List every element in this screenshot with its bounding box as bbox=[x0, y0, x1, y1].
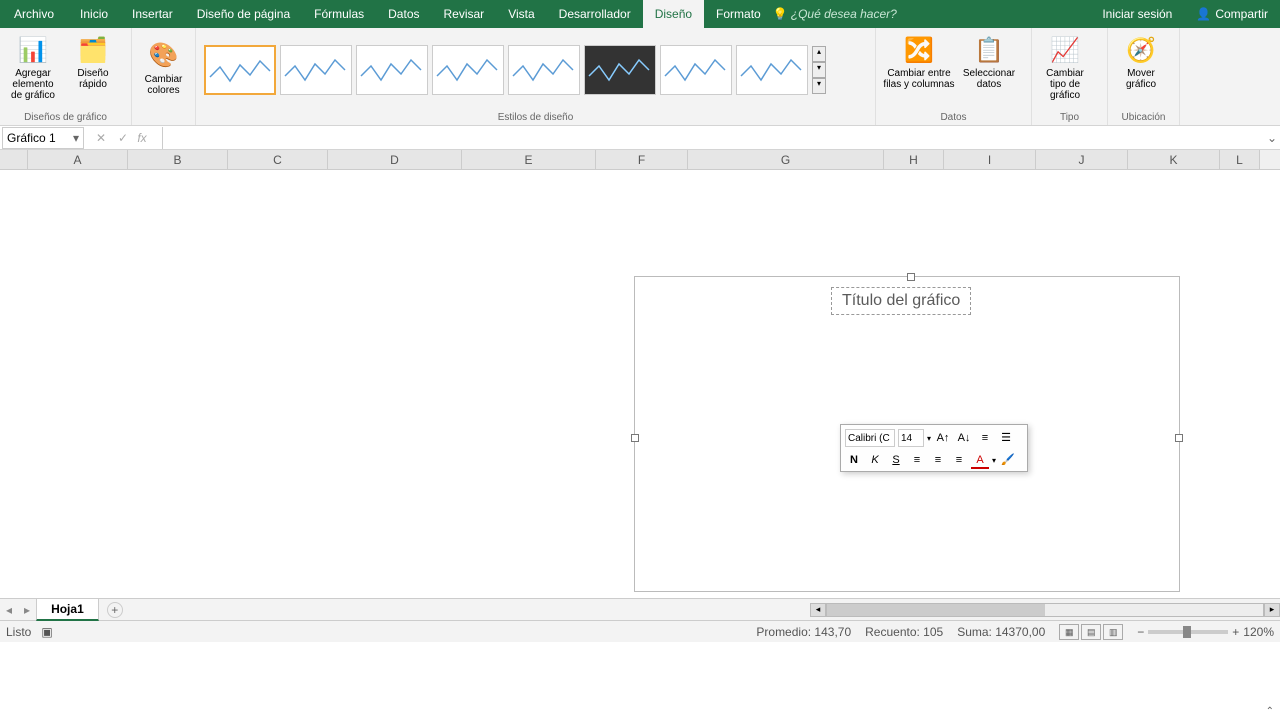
status-ready: Listo bbox=[6, 625, 31, 639]
name-box[interactable]: Gráfico 1▾ bbox=[2, 127, 84, 149]
chart-title[interactable]: Título del gráfico bbox=[831, 287, 971, 315]
font-size-combo[interactable] bbox=[898, 429, 924, 447]
col-header-E[interactable]: E bbox=[462, 150, 596, 169]
macro-record-icon[interactable]: ▣ bbox=[41, 625, 52, 639]
sign-in[interactable]: Iniciar sesión bbox=[1090, 1, 1184, 27]
col-header-I[interactable]: I bbox=[944, 150, 1036, 169]
ribbon: 📊Agregar elemento de gráfico 🗂️Diseño rá… bbox=[0, 28, 1280, 126]
style-scroll[interactable]: ▾ bbox=[812, 78, 826, 94]
col-header-J[interactable]: J bbox=[1036, 150, 1128, 169]
format-painter-icon[interactable]: 🖌️ bbox=[999, 451, 1017, 469]
share[interactable]: 👤Compartir bbox=[1184, 1, 1280, 27]
move-chart-button[interactable]: 🧭Mover gráfico bbox=[1112, 32, 1170, 108]
status-sum: Suma: 14370,00 bbox=[957, 625, 1045, 639]
italic-icon[interactable]: K bbox=[866, 451, 884, 469]
tell-me[interactable]: ¿Qué desea hacer? bbox=[773, 0, 909, 28]
sheet-nav-next[interactable]: ▸ bbox=[18, 603, 36, 617]
sheet-tab-hoja1[interactable]: Hoja1 bbox=[36, 598, 99, 621]
new-sheet-button[interactable]: + bbox=[107, 602, 123, 618]
style-scroll[interactable]: ▾ bbox=[812, 62, 826, 78]
col-header-B[interactable]: B bbox=[128, 150, 228, 169]
chart-style-4[interactable] bbox=[432, 45, 504, 95]
select-data-button[interactable]: 📋Seleccionar datos bbox=[960, 32, 1018, 108]
align-icon[interactable]: ≡ bbox=[976, 429, 994, 447]
add-chart-element-button[interactable]: 📊Agregar elemento de gráfico bbox=[4, 32, 62, 108]
worksheet-grid[interactable]: ABCDEFGHIJKL Título del gráfico ▾ A↑ A↓ … bbox=[0, 150, 1280, 598]
switch-row-column-button[interactable]: 🔀Cambiar entre filas y columnas bbox=[880, 32, 958, 108]
tab-datos[interactable]: Datos bbox=[376, 0, 431, 28]
col-header-G[interactable]: G bbox=[688, 150, 884, 169]
tab-desarrollador[interactable]: Desarrollador bbox=[547, 0, 643, 28]
change-colors-button[interactable]: 🎨Cambiar colores bbox=[136, 38, 191, 114]
chart-style-6[interactable] bbox=[584, 45, 656, 95]
status-average: Promedio: 143,70 bbox=[756, 625, 851, 639]
chart-style-3[interactable] bbox=[356, 45, 428, 95]
bold-icon[interactable]: N bbox=[845, 451, 863, 469]
chart-style-8[interactable] bbox=[736, 45, 808, 95]
mini-toolbar[interactable]: ▾ A↑ A↓ ≡ ☰ N K S ≡ ≡ ≡ A ▾ 🖌️ bbox=[840, 424, 1028, 472]
tab-vista[interactable]: Vista bbox=[496, 0, 546, 28]
sheet-tabs: ◂ ▸ Hoja1 + ◂▸ bbox=[0, 598, 1280, 620]
expand-formula-bar-icon[interactable]: ⌄ bbox=[1264, 131, 1280, 145]
status-bar: Listo ▣ Promedio: 143,70 Recuento: 105 S… bbox=[0, 620, 1280, 642]
zoom-slider[interactable]: −+ 120% bbox=[1137, 625, 1274, 639]
view-normal-icon[interactable]: ▦ bbox=[1059, 624, 1079, 640]
tab-diseño-de-página[interactable]: Diseño de página bbox=[185, 0, 302, 28]
group-type: Tipo bbox=[1036, 110, 1103, 125]
col-header-C[interactable]: C bbox=[228, 150, 328, 169]
change-chart-type-button[interactable]: 📈Cambiar tipo de gráfico bbox=[1036, 32, 1094, 108]
chart-style-5[interactable] bbox=[508, 45, 580, 95]
font-color-icon[interactable]: A bbox=[971, 451, 989, 469]
tab-inicio[interactable]: Inicio bbox=[68, 0, 120, 28]
view-pagelayout-icon[interactable]: ▤ bbox=[1081, 624, 1101, 640]
col-header-D[interactable]: D bbox=[328, 150, 462, 169]
col-header-L[interactable]: L bbox=[1220, 150, 1260, 169]
chart-style-7[interactable] bbox=[660, 45, 732, 95]
col-header-H[interactable]: H bbox=[884, 150, 944, 169]
increase-font-icon[interactable]: A↑ bbox=[934, 429, 952, 447]
tab-file[interactable]: Archivo bbox=[0, 0, 68, 28]
ribbon-tabs: Archivo InicioInsertarDiseño de páginaFó… bbox=[0, 0, 1280, 28]
confirm-formula-icon: ✓ bbox=[112, 131, 134, 145]
quick-layout-button[interactable]: 🗂️Diseño rápido bbox=[64, 32, 122, 108]
chart-style-2[interactable] bbox=[280, 45, 352, 95]
tab-diseño[interactable]: Diseño bbox=[643, 0, 704, 28]
underline-icon[interactable]: S bbox=[887, 451, 905, 469]
tab-formato[interactable]: Formato bbox=[704, 0, 773, 28]
sheet-nav-prev[interactable]: ◂ bbox=[0, 603, 18, 617]
group-location: Ubicación bbox=[1112, 110, 1175, 125]
tab-fórmulas[interactable]: Fórmulas bbox=[302, 0, 376, 28]
cancel-formula-icon: ✕ bbox=[90, 131, 112, 145]
tab-revisar[interactable]: Revisar bbox=[432, 0, 497, 28]
select-all-corner[interactable] bbox=[0, 150, 28, 169]
view-pagebreak-icon[interactable]: ▥ bbox=[1103, 624, 1123, 640]
chart-style-1[interactable] bbox=[204, 45, 276, 95]
decrease-font-icon[interactable]: A↓ bbox=[955, 429, 973, 447]
font-combo[interactable] bbox=[845, 429, 895, 447]
col-header-K[interactable]: K bbox=[1128, 150, 1220, 169]
align-right-icon[interactable]: ≡ bbox=[950, 451, 968, 469]
fx-icon[interactable]: fx bbox=[134, 131, 156, 145]
group-chart-layouts: Diseños de gráfico bbox=[4, 110, 127, 125]
group-chart-styles: Estilos de diseño bbox=[200, 110, 871, 125]
style-scroll[interactable]: ▴ bbox=[812, 46, 826, 62]
bullets-icon[interactable]: ☰ bbox=[997, 429, 1015, 447]
status-count: Recuento: 105 bbox=[865, 625, 943, 639]
align-left-icon[interactable]: ≡ bbox=[908, 451, 926, 469]
formula-bar-row: Gráfico 1▾ ✕ ✓ fx ⌄ bbox=[0, 126, 1280, 150]
formula-bar[interactable] bbox=[162, 127, 1264, 149]
align-center-icon[interactable]: ≡ bbox=[929, 451, 947, 469]
horizontal-scrollbar[interactable]: ◂▸ bbox=[810, 603, 1280, 617]
tab-insertar[interactable]: Insertar bbox=[120, 0, 185, 28]
col-header-A[interactable]: A bbox=[28, 150, 128, 169]
group-data: Datos bbox=[880, 110, 1027, 125]
col-header-F[interactable]: F bbox=[596, 150, 688, 169]
collapse-ribbon-icon[interactable]: ⌃ bbox=[1266, 706, 1274, 717]
